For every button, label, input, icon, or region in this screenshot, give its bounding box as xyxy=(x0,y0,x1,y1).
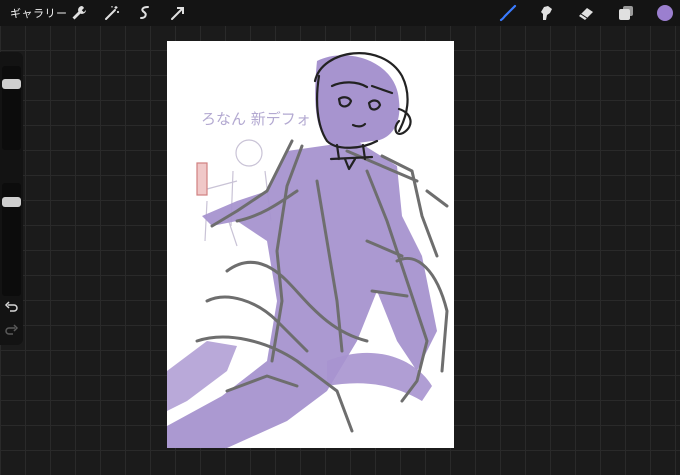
color-picker-button[interactable] xyxy=(657,5,673,21)
smudge-icon[interactable] xyxy=(538,4,556,22)
layers-icon[interactable] xyxy=(617,4,635,22)
sketch-artwork: ろなん 新デフォ xyxy=(167,52,449,448)
redo-icon[interactable] xyxy=(4,323,19,338)
brush-icon[interactable] xyxy=(499,4,517,22)
selection-icon[interactable] xyxy=(136,4,154,22)
undo-icon[interactable] xyxy=(4,300,19,315)
opacity-handle[interactable] xyxy=(2,197,21,207)
drawing-canvas[interactable]: ろなん 新デフォ xyxy=(167,41,454,448)
wrench-icon[interactable] xyxy=(70,4,88,22)
eraser-icon[interactable] xyxy=(577,4,595,22)
left-sidebar xyxy=(0,52,23,345)
top-toolbar: ギャラリー xyxy=(0,0,680,26)
canvas-sketch-text: ろなん 新デフォ xyxy=(201,110,311,128)
transform-arrow-icon[interactable] xyxy=(169,4,187,22)
brush-size-handle[interactable] xyxy=(2,79,21,89)
magic-wand-icon[interactable] xyxy=(103,4,121,22)
gallery-button[interactable]: ギャラリー xyxy=(10,5,68,21)
